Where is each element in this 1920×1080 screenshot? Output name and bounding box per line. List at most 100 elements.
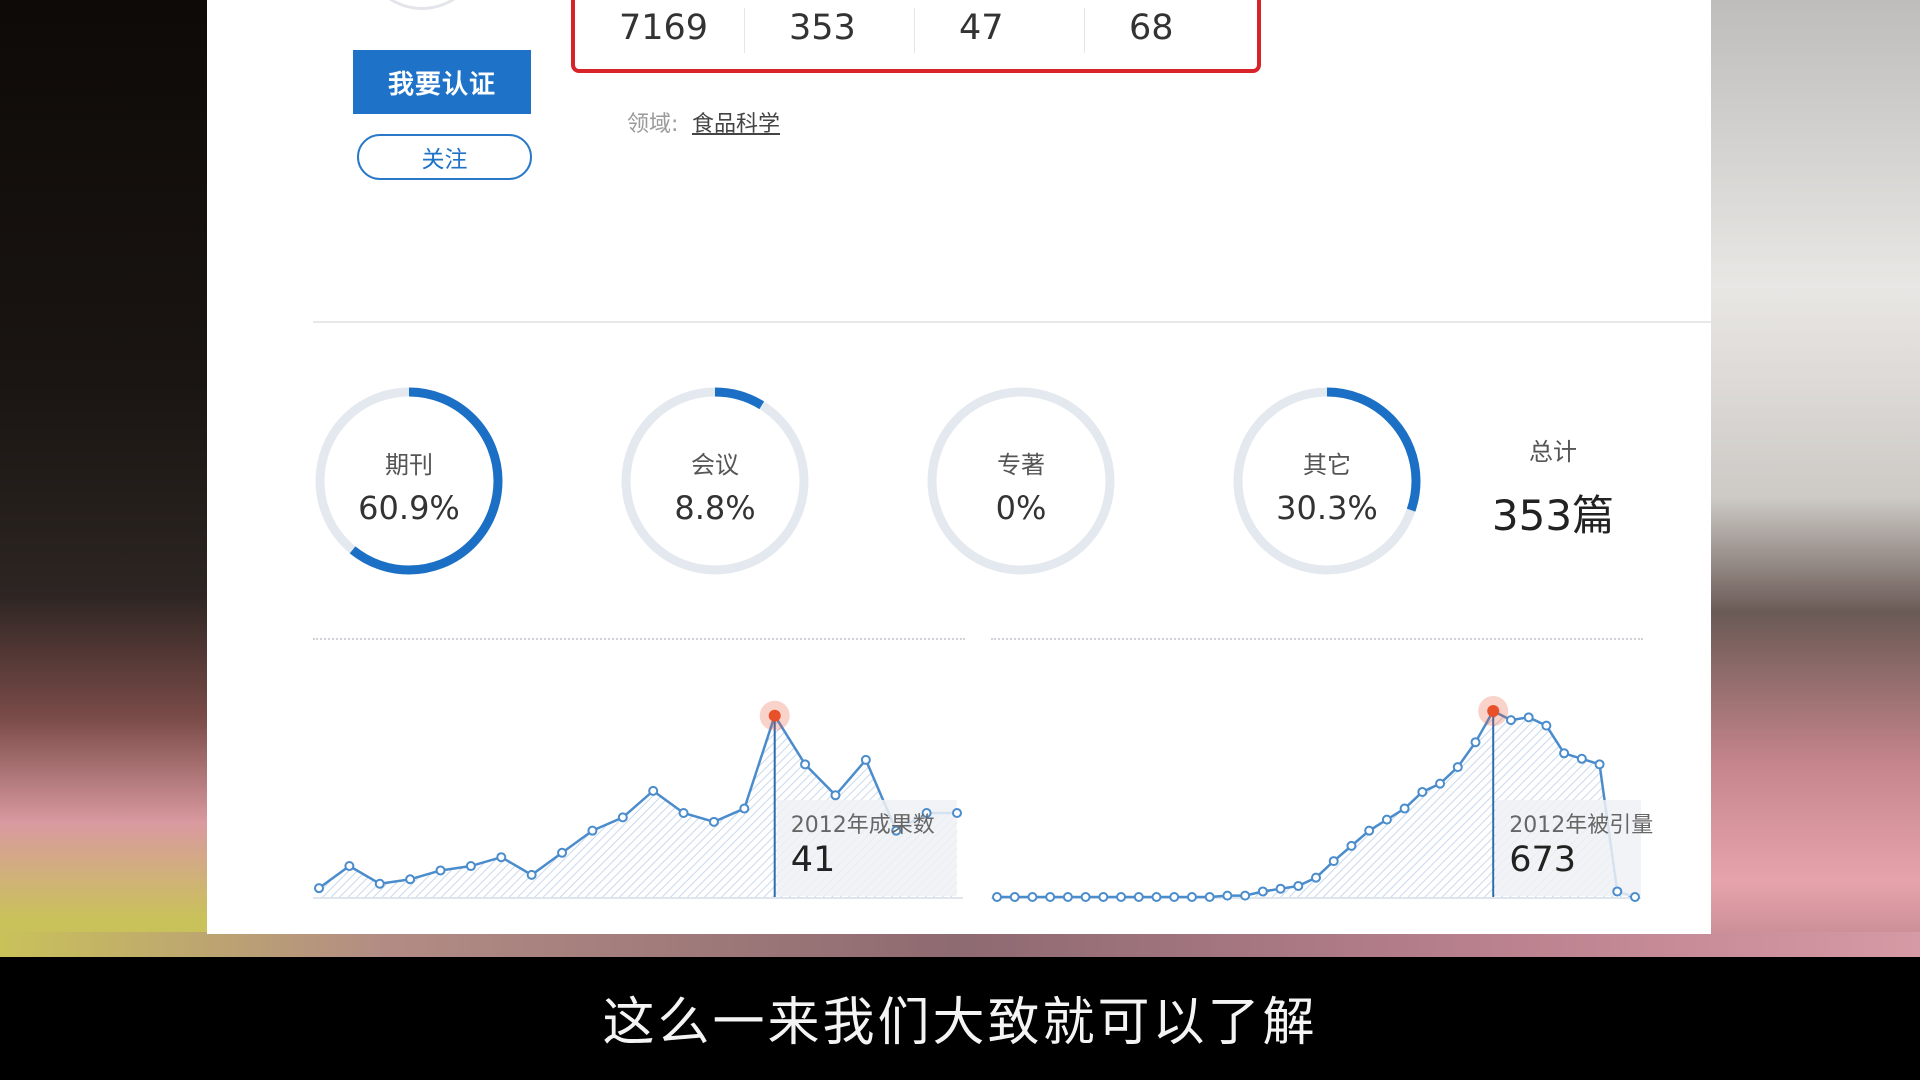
chart-point bbox=[739, 803, 750, 814]
chart-point bbox=[1027, 892, 1038, 902]
stats-box: 7169 353 47 68 bbox=[571, 0, 1261, 73]
chart-point bbox=[374, 878, 385, 889]
chart-point bbox=[1204, 892, 1215, 902]
tooltip-year: 2012年被引量 bbox=[1509, 813, 1654, 838]
chart-point bbox=[1222, 890, 1233, 901]
donut-value: 0% bbox=[995, 489, 1047, 527]
chart-point bbox=[1505, 715, 1516, 726]
chart-point bbox=[1045, 892, 1056, 902]
chart-point bbox=[1559, 748, 1570, 759]
donut-value: 8.8% bbox=[674, 489, 756, 527]
chart-point bbox=[1133, 892, 1144, 902]
chart-point bbox=[1257, 886, 1268, 897]
donut-conference: 会议 8.8% bbox=[619, 385, 811, 577]
chart-point bbox=[587, 825, 598, 836]
section-divider bbox=[313, 321, 1711, 323]
total-label: 总计 bbox=[1529, 438, 1577, 466]
chart-point bbox=[1293, 880, 1304, 891]
stat-value: 47 bbox=[915, 8, 1085, 53]
field-label: 领域: bbox=[627, 112, 679, 137]
stat-value: 68 bbox=[1129, 8, 1174, 48]
donut-value: 30.3% bbox=[1276, 489, 1378, 527]
chart-point bbox=[557, 847, 568, 858]
total-value: 353篇 bbox=[1491, 491, 1615, 540]
chart-point bbox=[1275, 883, 1286, 894]
donut-ring bbox=[1233, 387, 1421, 575]
follow-button[interactable]: 关注 bbox=[357, 134, 532, 180]
chart-point bbox=[1381, 814, 1392, 825]
chart-point bbox=[1452, 762, 1463, 773]
chart-point bbox=[1576, 753, 1587, 764]
chart-point bbox=[1594, 759, 1605, 770]
chart-point bbox=[1364, 825, 1375, 836]
chart-point bbox=[1346, 840, 1357, 851]
chart-point bbox=[1098, 892, 1109, 902]
chart-point bbox=[1523, 712, 1534, 723]
chart-point bbox=[1399, 803, 1410, 814]
chart-point bbox=[1435, 778, 1446, 789]
verify-button[interactable]: 我要认证 bbox=[353, 50, 531, 114]
donut-ring bbox=[621, 387, 809, 575]
chart-point bbox=[1062, 892, 1073, 902]
donut-ring bbox=[927, 387, 1115, 575]
chart-point bbox=[800, 759, 811, 770]
chart-point bbox=[860, 754, 871, 765]
background-right bbox=[1705, 0, 1920, 957]
outputs-chart-svg bbox=[313, 700, 963, 899]
chart-point bbox=[1151, 892, 1162, 902]
background-bottom bbox=[0, 932, 1920, 957]
chart-point bbox=[1417, 786, 1428, 797]
chart-separator bbox=[991, 638, 1643, 640]
tooltip-value: 41 bbox=[790, 840, 836, 880]
donut-journal: 期刊 60.9% bbox=[313, 385, 505, 577]
chart-point bbox=[830, 790, 841, 801]
chart-point bbox=[314, 883, 324, 894]
chart-point bbox=[1240, 890, 1251, 901]
chart-point bbox=[405, 874, 416, 885]
stat-value: 7169 bbox=[575, 8, 745, 53]
video-subtitle: 这么一来我们大致就可以了解 bbox=[602, 993, 1318, 1053]
chart-point bbox=[1612, 886, 1623, 897]
chart-point bbox=[1116, 892, 1127, 902]
chart-point bbox=[992, 892, 1002, 902]
chart-point bbox=[1328, 856, 1339, 867]
donut-other: 其它 30.3% bbox=[1231, 385, 1423, 577]
chart-point bbox=[708, 816, 719, 827]
field-link[interactable]: 食品科学 bbox=[692, 106, 780, 138]
donut-label: 其它 bbox=[1303, 451, 1351, 479]
scholar-profile-page: 我要认证 关注 7169 353 47 68 领域: 食品科学 期刊 60.9%… bbox=[207, 0, 1711, 934]
chart-point bbox=[648, 785, 659, 796]
chart-point bbox=[435, 865, 446, 876]
chart-point bbox=[496, 852, 507, 863]
chart-point bbox=[1470, 737, 1481, 748]
citations-trend-chart: 2012年被引量 673 bbox=[991, 660, 1653, 910]
stat-value: 353 bbox=[745, 8, 915, 53]
donut-label: 期刊 bbox=[385, 451, 433, 479]
donut-value: 60.9% bbox=[358, 489, 460, 527]
donut-label: 专著 bbox=[997, 451, 1045, 479]
chart-point bbox=[952, 807, 962, 818]
chart-separator bbox=[313, 638, 965, 640]
tooltip-value: 673 bbox=[1509, 840, 1577, 880]
chart-point bbox=[1630, 892, 1640, 902]
avatar bbox=[362, 0, 482, 10]
chart-point bbox=[1186, 892, 1197, 902]
chart-point bbox=[1009, 892, 1020, 902]
background-left bbox=[0, 0, 215, 957]
tooltip-year: 2012年成果数 bbox=[790, 813, 935, 838]
chart-point bbox=[1311, 872, 1321, 883]
donut-monograph: 专著 0% bbox=[925, 385, 1117, 577]
chart-point bbox=[465, 861, 476, 872]
chart-point bbox=[344, 861, 355, 872]
chart-point bbox=[526, 869, 537, 880]
chart-point bbox=[1169, 892, 1180, 902]
chart-point bbox=[1080, 892, 1091, 902]
chart-highlight-point bbox=[1487, 704, 1500, 717]
chart-highlight-point bbox=[768, 709, 781, 722]
donut-label: 会议 bbox=[691, 451, 739, 479]
chart-point bbox=[678, 807, 689, 818]
outputs-trend-chart: 2012年成果数 41 bbox=[313, 660, 963, 910]
chart-point bbox=[1541, 720, 1552, 731]
chart-point bbox=[617, 812, 628, 823]
donut-ring bbox=[315, 387, 503, 575]
